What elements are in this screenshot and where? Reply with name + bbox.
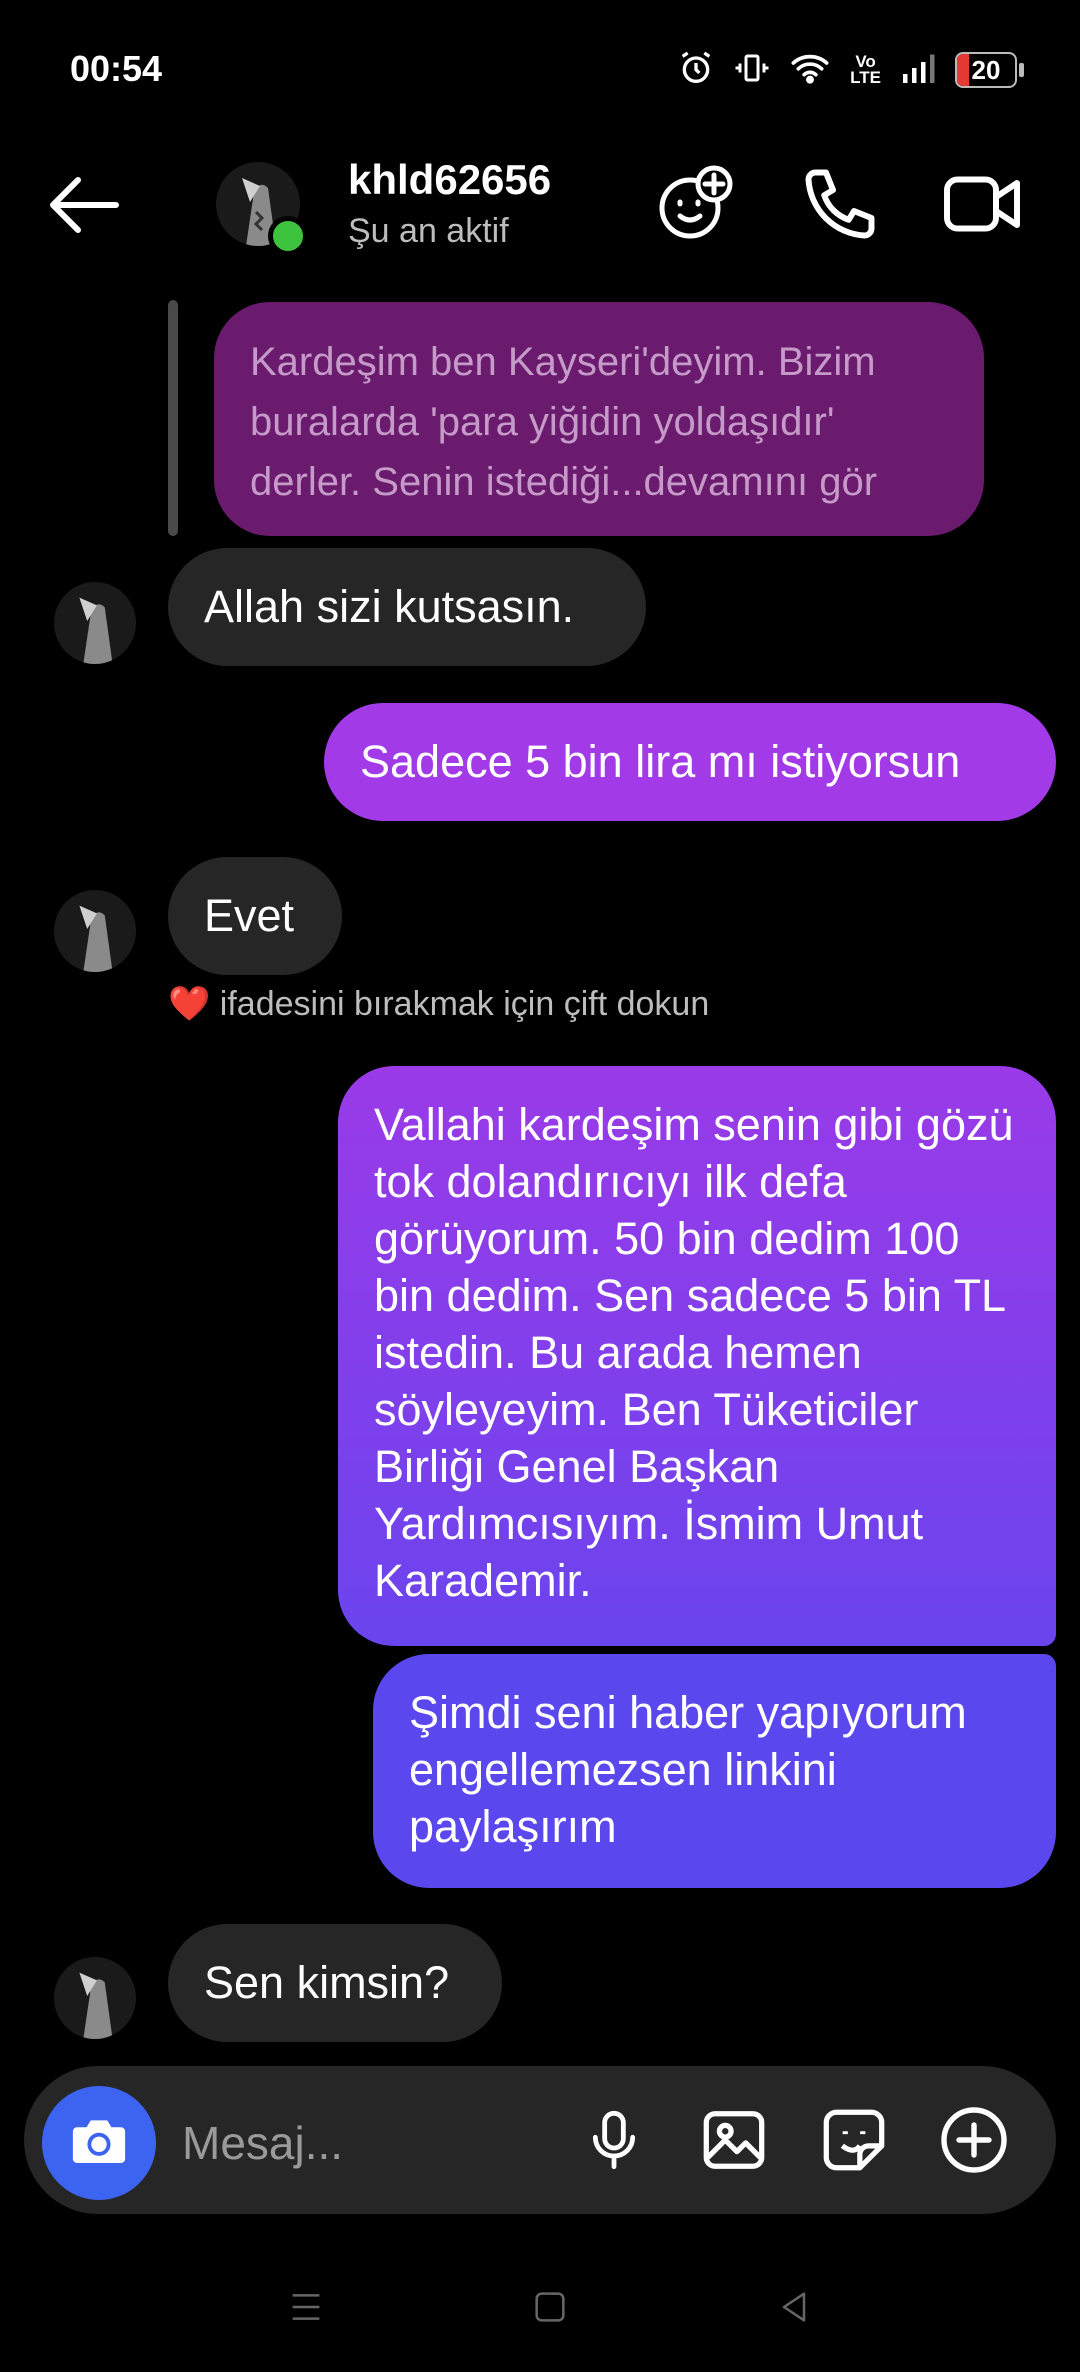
reply-preview-bubble[interactable]: Kardeşim ben Kayseri'deyim. Bizim burala… xyxy=(214,302,984,536)
received-message[interactable]: Sen kimsin? xyxy=(168,1924,502,2042)
sticker-icon[interactable] xyxy=(814,2100,894,2180)
video-camera-icon[interactable] xyxy=(940,162,1024,246)
sent-message[interactable]: Sadece 5 bin lira mı istiyorsun xyxy=(324,703,1056,821)
status-time: 00:54 xyxy=(70,48,163,89)
received-message[interactable]: Allah sizi kutsasın. xyxy=(168,548,646,666)
reaction-hint: ❤️ ifadesini bırakmak için çift dokun xyxy=(168,985,710,1023)
gallery-icon[interactable] xyxy=(694,2100,774,2180)
home-square-icon[interactable] xyxy=(520,2282,580,2332)
sender-avatar[interactable] xyxy=(54,1957,136,2039)
vibrate-icon xyxy=(734,48,770,93)
volte-label: Vo LTE xyxy=(850,52,881,87)
menu-icon[interactable] xyxy=(276,2282,336,2332)
message-composer xyxy=(24,2066,1056,2214)
message-input[interactable] xyxy=(180,2104,534,2182)
battery-icon: 20 xyxy=(955,52,1017,88)
sent-message[interactable]: Şimdi seni haber yapıyorum engellemezsen… xyxy=(373,1654,1056,1888)
reply-indicator-bar xyxy=(168,300,178,536)
phone-icon[interactable] xyxy=(798,162,882,246)
contact-status: Şu an aktif xyxy=(348,212,509,250)
wifi-icon xyxy=(788,48,832,93)
online-indicator xyxy=(268,216,308,256)
avatar-sticker-icon[interactable] xyxy=(654,162,738,246)
status-icons: Vo LTE 20 xyxy=(676,46,1024,94)
sender-avatar[interactable] xyxy=(54,890,136,972)
camera-icon xyxy=(66,2108,132,2179)
plus-circle-icon[interactable] xyxy=(934,2100,1014,2180)
camera-button[interactable] xyxy=(42,2086,156,2200)
heart-icon: ❤️ xyxy=(168,985,211,1023)
received-message[interactable]: Evet xyxy=(168,857,342,975)
sent-message[interactable]: Vallahi kardeşim senin gibi gözü tok dol… xyxy=(338,1066,1056,1646)
signal-icon xyxy=(899,50,937,91)
alarm-icon xyxy=(676,48,716,93)
back-arrow-icon[interactable] xyxy=(44,170,124,240)
contact-name[interactable]: khld62656 xyxy=(348,156,551,204)
sender-avatar[interactable] xyxy=(54,582,136,664)
back-triangle-icon[interactable] xyxy=(764,2282,824,2332)
microphone-icon[interactable] xyxy=(574,2100,654,2180)
